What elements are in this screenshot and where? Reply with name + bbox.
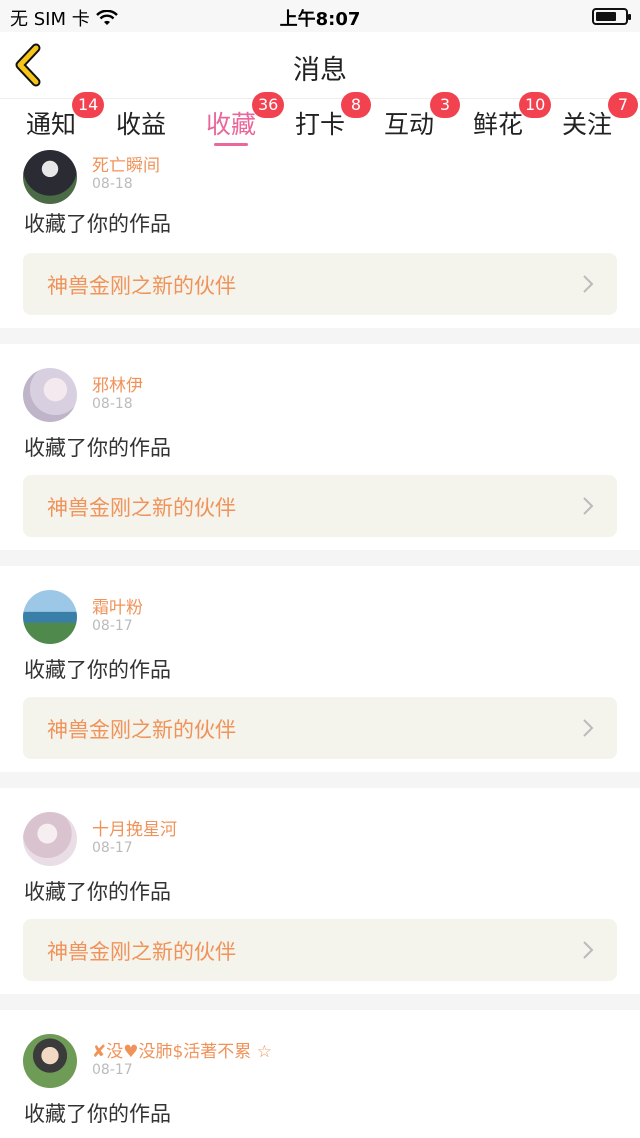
tab-label: 关注	[562, 110, 613, 139]
tab-label: 通知	[26, 110, 77, 139]
action-text: 收藏了你的作品	[24, 212, 171, 236]
list-item: 十月挽星河 08-17 收藏了你的作品 神兽金刚之新的伙伴	[0, 788, 640, 994]
count-badge: 10	[519, 92, 552, 118]
timestamp: 08-18	[92, 396, 133, 412]
avatar[interactable]	[23, 812, 77, 866]
timestamp: 08-18	[92, 176, 133, 192]
tab-favorites[interactable]: 收藏 36	[206, 92, 285, 146]
chevron-right-icon	[583, 941, 594, 959]
tab-label: 互动	[384, 110, 435, 139]
username[interactable]: 霜叶粉	[92, 593, 143, 618]
chevron-right-icon	[583, 719, 594, 737]
tab-label: 鲜花	[473, 110, 524, 139]
divider	[0, 328, 640, 344]
avatar[interactable]	[23, 1034, 77, 1088]
work-link[interactable]: 神兽金刚之新的伙伴	[23, 475, 617, 537]
list-item: ✘没♥没肺$活著不累 ☆ 08-17 收藏了你的作品	[0, 1010, 640, 1138]
tab-label: 收益	[116, 110, 167, 139]
count-badge: 14	[72, 92, 105, 118]
timestamp: 08-17	[92, 840, 133, 856]
tab-flowers[interactable]: 鲜花 10	[473, 92, 552, 145]
divider	[0, 772, 640, 788]
chevron-right-icon	[583, 497, 594, 515]
tab-notifications[interactable]: 通知 14	[26, 92, 105, 145]
status-time: 上午8:07	[279, 9, 361, 30]
action-text: 收藏了你的作品	[24, 436, 171, 460]
battery-icon	[592, 8, 631, 25]
nav-bar: 消息	[0, 32, 640, 98]
count-badge: 7	[608, 92, 638, 118]
list-item: 死亡瞬间 08-18 收藏了你的作品 神兽金刚之新的伙伴	[0, 146, 640, 328]
action-text: 收藏了你的作品	[24, 1102, 171, 1126]
avatar[interactable]	[23, 590, 77, 644]
list-item: 霜叶粉 08-17 收藏了你的作品 神兽金刚之新的伙伴	[0, 566, 640, 772]
username[interactable]: ✘没♥没肺$活著不累 ☆	[92, 1037, 272, 1062]
tab-label: 收藏	[206, 110, 257, 139]
list-item: 邪林伊 08-18 收藏了你的作品 神兽金刚之新的伙伴	[0, 344, 640, 550]
work-title: 神兽金刚之新的伙伴	[47, 718, 236, 742]
username[interactable]: 十月挽星河	[92, 815, 177, 840]
work-link[interactable]: 神兽金刚之新的伙伴	[23, 919, 617, 981]
favorites-feed[interactable]: 死亡瞬间 08-18 收藏了你的作品 神兽金刚之新的伙伴 邪林伊 08-18 收…	[0, 146, 640, 1138]
count-badge: 3	[430, 92, 460, 118]
action-text: 收藏了你的作品	[24, 658, 171, 682]
tab-earnings[interactable]: 收益	[116, 105, 166, 145]
tab-interactions[interactable]: 互动 3	[384, 92, 460, 145]
work-title: 神兽金刚之新的伙伴	[47, 940, 236, 964]
avatar[interactable]	[23, 368, 77, 422]
tab-follows[interactable]: 关注 7	[562, 92, 638, 145]
username[interactable]: 死亡瞬间	[92, 151, 160, 176]
page-title: 消息	[293, 55, 347, 86]
work-title: 神兽金刚之新的伙伴	[47, 274, 236, 298]
timestamp: 08-17	[92, 618, 133, 634]
divider	[0, 994, 640, 1010]
tab-label: 打卡	[295, 110, 346, 139]
action-text: 收藏了你的作品	[24, 880, 171, 904]
tab-checkin[interactable]: 打卡 8	[295, 92, 371, 145]
count-badge: 36	[252, 92, 285, 118]
work-link[interactable]: 神兽金刚之新的伙伴	[23, 697, 617, 759]
username[interactable]: 邪林伊	[92, 371, 143, 396]
count-badge: 8	[341, 92, 371, 118]
chevron-right-icon	[583, 275, 594, 293]
avatar[interactable]	[23, 150, 77, 204]
status-bar: 无 SIM 卡 上午8:07	[0, 0, 640, 32]
work-link[interactable]: 神兽金刚之新的伙伴	[23, 253, 617, 315]
work-title: 神兽金刚之新的伙伴	[47, 496, 236, 520]
tab-bar: 通知 14 收益 收藏 36 打卡 8 互动 3 鲜花 10 关注 7	[0, 92, 640, 146]
timestamp: 08-17	[92, 1062, 133, 1078]
divider	[0, 550, 640, 566]
